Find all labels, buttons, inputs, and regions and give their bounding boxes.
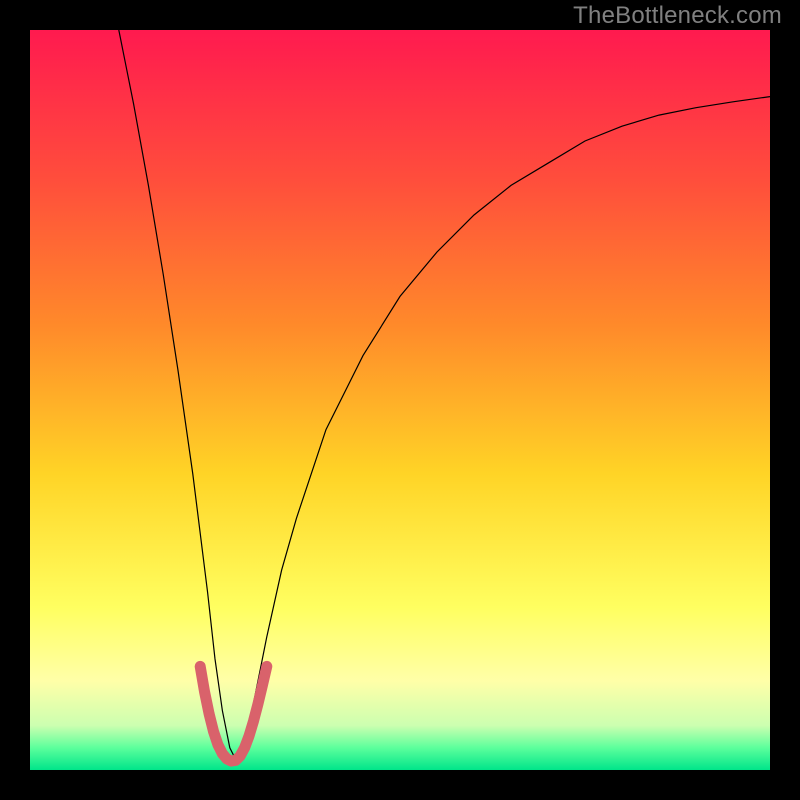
chart-root: TheBottleneck.com: [0, 0, 800, 800]
chart-svg: [30, 30, 770, 770]
watermark-text: TheBottleneck.com: [573, 2, 782, 30]
plot-area: [30, 30, 770, 770]
gradient-background: [30, 30, 770, 770]
